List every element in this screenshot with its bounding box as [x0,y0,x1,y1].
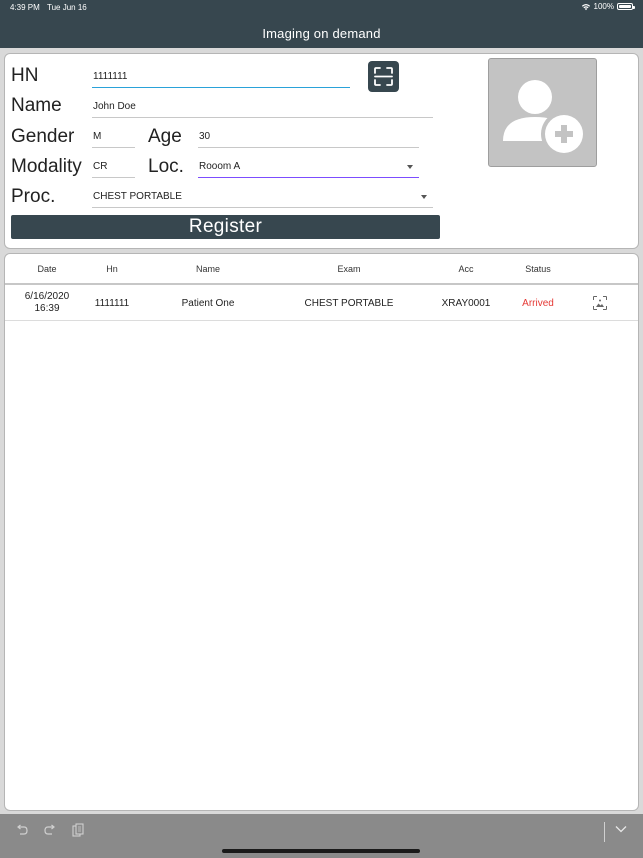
wifi-icon [581,3,590,10]
name-label: Name [11,95,62,116]
hn-input[interactable] [92,66,350,88]
toolbar-divider [604,822,605,842]
procedure-label: Proc. [11,186,56,207]
status-date: Tue Jun 16 [47,3,87,12]
bottom-toolbar [0,814,643,858]
scan-button[interactable] [368,61,399,92]
chevron-down-icon [407,165,413,169]
column-header-acc[interactable]: Acc [458,264,473,274]
worklist-table: Date Hn Name Exam Acc Status 6/16/2020 1… [4,253,639,811]
register-button[interactable]: Register [11,215,440,239]
image-icon[interactable] [592,295,608,311]
procedure-value: CHEST PORTABLE [93,191,182,202]
cell-exam: CHEST PORTABLE [304,298,394,309]
home-indicator [222,849,420,853]
table-header: Date Hn Name Exam Acc Status [5,254,638,285]
cell-name: Patient One [181,298,235,309]
gender-label: Gender [11,126,75,147]
redo-icon[interactable] [43,823,57,837]
status-indicators: 100% [581,2,635,11]
cell-acc: XRAY0001 [441,298,491,309]
hn-label: HN [11,65,39,86]
status-badge: Arrived [522,298,554,309]
age-input[interactable] [198,126,419,148]
column-header-name[interactable]: Name [196,264,220,274]
age-label: Age [148,126,182,147]
paste-icon[interactable] [71,823,85,837]
cell-date: 6/16/2020 16:39 [25,291,70,315]
location-label: Loc. [148,156,184,177]
modality-label: Modality [11,156,82,177]
page-title: Imaging on demand [262,26,381,41]
column-header-status[interactable]: Status [525,264,551,274]
add-person-icon [503,80,587,157]
column-header-exam[interactable]: Exam [337,264,360,274]
name-input[interactable] [92,96,433,118]
battery-percent: 100% [593,2,614,11]
scan-icon [374,67,393,86]
undo-icon[interactable] [15,823,29,837]
cell-hn: 1111111 [94,298,130,309]
top-bar: 4:39 PM Tue Jun 16 100% Imaging on deman… [0,0,643,48]
registration-form: HN Name Gender Age Modality Loc. [4,53,639,249]
cell-date-time: 16:39 [34,303,60,314]
battery-icon [617,3,635,10]
location-select[interactable]: Rooom A [198,156,419,178]
column-header-date[interactable]: Date [37,264,56,274]
cell-date-day: 6/16/2020 [24,291,70,302]
chevron-down-icon [421,195,427,199]
column-header-hn[interactable]: Hn [106,264,118,274]
status-time: 4:39 PM [10,3,40,12]
location-value: Rooom A [199,161,241,172]
procedure-select[interactable]: CHEST PORTABLE [92,186,433,208]
add-photo-button[interactable] [488,58,597,167]
table-row[interactable]: 6/16/2020 16:39 1111111 Patient One CHES… [5,287,638,321]
modality-input[interactable] [92,156,135,178]
gender-input[interactable] [92,126,135,148]
chevron-down-icon[interactable] [614,822,628,836]
